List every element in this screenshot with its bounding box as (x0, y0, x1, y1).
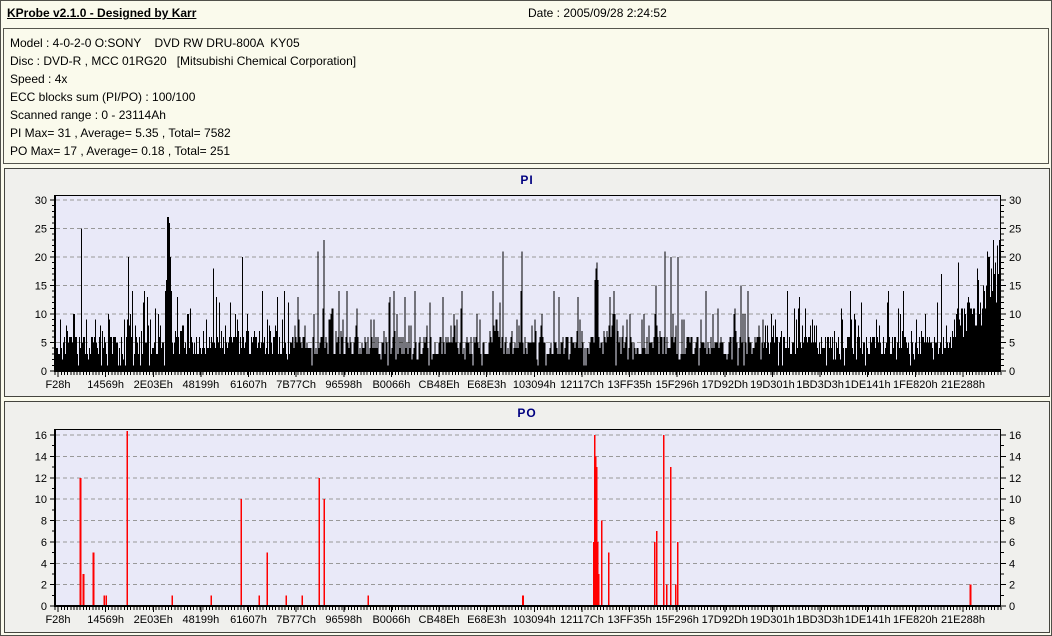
svg-text:10: 10 (1009, 309, 1021, 321)
svg-text:E68E3h: E68E3h (467, 614, 506, 626)
info-model: Model : 4-0-2-0 O:SONY DVD RW DRU-800A K… (10, 36, 300, 50)
svg-text:1BD3D3h: 1BD3D3h (796, 614, 844, 626)
svg-text:6: 6 (1009, 537, 1015, 549)
po-plot-background (55, 429, 1001, 606)
svg-text:103094h: 103094h (513, 379, 556, 391)
svg-text:CB48Eh: CB48Eh (419, 379, 460, 391)
svg-text:B0066h: B0066h (372, 379, 410, 391)
svg-text:96598h: 96598h (325, 379, 362, 391)
svg-text:2E03Eh: 2E03Eh (134, 379, 173, 391)
info-po-summary: PO Max= 17 , Average= 0.18 , Total= 251 (10, 144, 231, 158)
svg-text:14569h: 14569h (87, 614, 124, 626)
svg-text:16: 16 (35, 430, 47, 442)
svg-text:2: 2 (1009, 580, 1015, 592)
info-disc: Disc : DVD-R , MCC 01RG20 [Mitsubishi Ch… (10, 54, 357, 68)
scan-date: Date : 2005/09/28 2:24:52 (528, 6, 667, 20)
svg-text:4: 4 (1009, 558, 1015, 570)
svg-text:14: 14 (35, 451, 47, 463)
info-ecc-blocks: ECC blocks sum (PI/PO) : 100/100 (10, 90, 196, 104)
svg-text:15: 15 (1009, 281, 1021, 293)
svg-text:7B77Ch: 7B77Ch (276, 614, 316, 626)
po-y-axis-labels-left: 0 2 4 6 8 10 12 14 16 (35, 430, 47, 613)
svg-text:5: 5 (41, 338, 47, 350)
pi-y-axis-labels-left: 0 5 10 15 20 25 30 (35, 195, 47, 378)
svg-text:8: 8 (1009, 516, 1015, 528)
svg-text:15F296h: 15F296h (655, 379, 698, 391)
svg-text:61607h: 61607h (230, 614, 267, 626)
svg-text:21E288h: 21E288h (941, 614, 985, 626)
svg-text:12: 12 (35, 473, 47, 485)
info-scanned-range: Scanned range : 0 - 23114Ah (10, 108, 166, 122)
svg-text:10: 10 (35, 309, 47, 321)
svg-text:2E03Eh: 2E03Eh (134, 614, 173, 626)
po-chart-svg: 0 2 4 6 8 10 12 14 16 0 2 4 6 8 10 12 14 16 F28h 14569h 2E03… (35, 429, 1021, 626)
svg-text:13FF35h: 13FF35h (608, 379, 652, 391)
svg-text:48199h: 48199h (183, 379, 220, 391)
pi-plot-area: 0 5 10 15 20 25 30 0 5 10 15 20 25 30 F28h 14569h 2E03Eh… (5, 169, 1049, 396)
svg-text:1FE820h: 1FE820h (893, 614, 938, 626)
svg-text:17D92Dh: 17D92Dh (702, 379, 748, 391)
svg-text:20: 20 (35, 252, 47, 264)
po-chart-title: PO (517, 406, 537, 420)
svg-text:6: 6 (41, 537, 47, 549)
svg-text:0: 0 (41, 601, 47, 613)
svg-text:10: 10 (35, 494, 47, 506)
svg-text:21E288h: 21E288h (941, 379, 985, 391)
svg-text:103094h: 103094h (513, 614, 556, 626)
po-chart-panel: 0 2 4 6 8 10 12 14 16 0 2 4 6 8 10 12 14 16 F28h 14569h 2E03… (4, 401, 1050, 633)
svg-text:1BD3D3h: 1BD3D3h (796, 379, 844, 391)
svg-text:61607h: 61607h (230, 379, 267, 391)
svg-text:10: 10 (1009, 494, 1021, 506)
svg-text:14: 14 (1009, 451, 1021, 463)
pi-y-axis-labels-right: 0 5 10 15 20 25 30 (1009, 195, 1021, 378)
svg-text:20: 20 (1009, 252, 1021, 264)
svg-text:8: 8 (41, 516, 47, 528)
svg-text:0: 0 (41, 366, 47, 378)
svg-text:15: 15 (35, 281, 47, 293)
svg-text:30: 30 (35, 195, 47, 207)
pi-chart-svg: 0 5 10 15 20 25 30 0 5 10 15 20 25 30 F28h 14569h 2E03Eh… (35, 195, 1021, 391)
svg-text:0: 0 (1009, 601, 1015, 613)
svg-text:F28h: F28h (45, 379, 70, 391)
po-y-axis-labels-right: 0 2 4 6 8 10 12 14 16 (1009, 430, 1021, 613)
svg-text:12117Ch: 12117Ch (560, 379, 604, 391)
svg-text:25: 25 (1009, 224, 1021, 236)
kprobe-window: KProbe v2.1.0 - Designed by Karr Date : … (0, 0, 1052, 636)
svg-text:0: 0 (1009, 366, 1015, 378)
svg-text:B0066h: B0066h (372, 614, 410, 626)
svg-text:5: 5 (1009, 338, 1015, 350)
svg-text:CB48Eh: CB48Eh (419, 614, 460, 626)
svg-text:12: 12 (1009, 473, 1021, 485)
svg-text:1DE141h: 1DE141h (845, 379, 891, 391)
po-plot-area: 0 2 4 6 8 10 12 14 16 0 2 4 6 8 10 12 14 16 F28h 14569h 2E03… (5, 402, 1049, 632)
pi-x-axis-labels: F28h 14569h 2E03Eh 48199h 61607h 7B77Ch 96598h… (45, 379, 985, 391)
scan-info-panel: Model : 4-0-2-0 O:SONY DVD RW DRU-800A K… (3, 28, 1049, 164)
svg-text:E68E3h: E68E3h (467, 379, 506, 391)
svg-text:12117Ch: 12117Ch (560, 614, 604, 626)
svg-text:17D92Dh: 17D92Dh (702, 614, 748, 626)
svg-text:7B77Ch: 7B77Ch (276, 379, 316, 391)
svg-text:48199h: 48199h (183, 614, 220, 626)
svg-text:2: 2 (41, 580, 47, 592)
info-speed: Speed : 4x (10, 72, 68, 86)
svg-text:4: 4 (41, 558, 47, 570)
svg-text:13FF35h: 13FF35h (608, 614, 652, 626)
app-title: KProbe v2.1.0 - Designed by Karr (7, 6, 197, 20)
svg-text:25: 25 (35, 224, 47, 236)
pi-chart-title: PI (520, 173, 534, 187)
svg-text:F28h: F28h (45, 614, 70, 626)
svg-text:19D301h: 19D301h (750, 614, 795, 626)
info-pi-summary: PI Max= 31 , Average= 5.35 , Total= 7582 (10, 126, 231, 140)
svg-text:14569h: 14569h (87, 379, 124, 391)
po-x-axis-labels: F28h 14569h 2E03Eh 48199h 61607h 7B77Ch 96598h… (45, 614, 985, 626)
svg-text:1FE820h: 1FE820h (893, 379, 938, 391)
pi-chart-panel: 0 5 10 15 20 25 30 0 5 10 15 20 25 30 F28h 14569h 2E03Eh… (4, 168, 1050, 397)
svg-text:1DE141h: 1DE141h (845, 614, 891, 626)
svg-text:16: 16 (1009, 430, 1021, 442)
svg-text:19D301h: 19D301h (750, 379, 795, 391)
svg-text:15F296h: 15F296h (655, 614, 698, 626)
svg-text:96598h: 96598h (325, 614, 362, 626)
svg-text:30: 30 (1009, 195, 1021, 207)
